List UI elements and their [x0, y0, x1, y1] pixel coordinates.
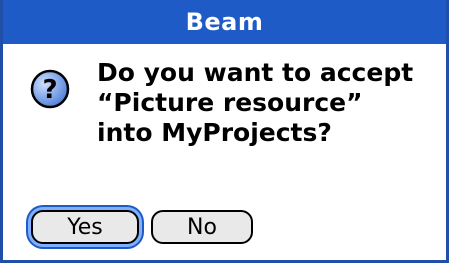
beam-dialog: Beam ? Do you want to accept “Picture re… — [0, 0, 449, 263]
dialog-title-bar: Beam — [3, 0, 446, 44]
message-line: “Picture resource” — [97, 88, 363, 117]
message-line: Do you want to accept — [97, 58, 414, 87]
svg-text:?: ? — [42, 75, 57, 105]
no-button[interactable]: No — [151, 210, 253, 244]
no-button-label: No — [187, 214, 217, 240]
question-icon: ? — [30, 69, 70, 109]
dialog-message: Do you want to accept “Picture resource”… — [97, 58, 427, 148]
yes-button[interactable]: Yes — [31, 210, 139, 244]
message-line: into MyProjects? — [97, 118, 332, 147]
dialog-title: Beam — [185, 8, 264, 36]
yes-button-label: Yes — [67, 214, 103, 240]
